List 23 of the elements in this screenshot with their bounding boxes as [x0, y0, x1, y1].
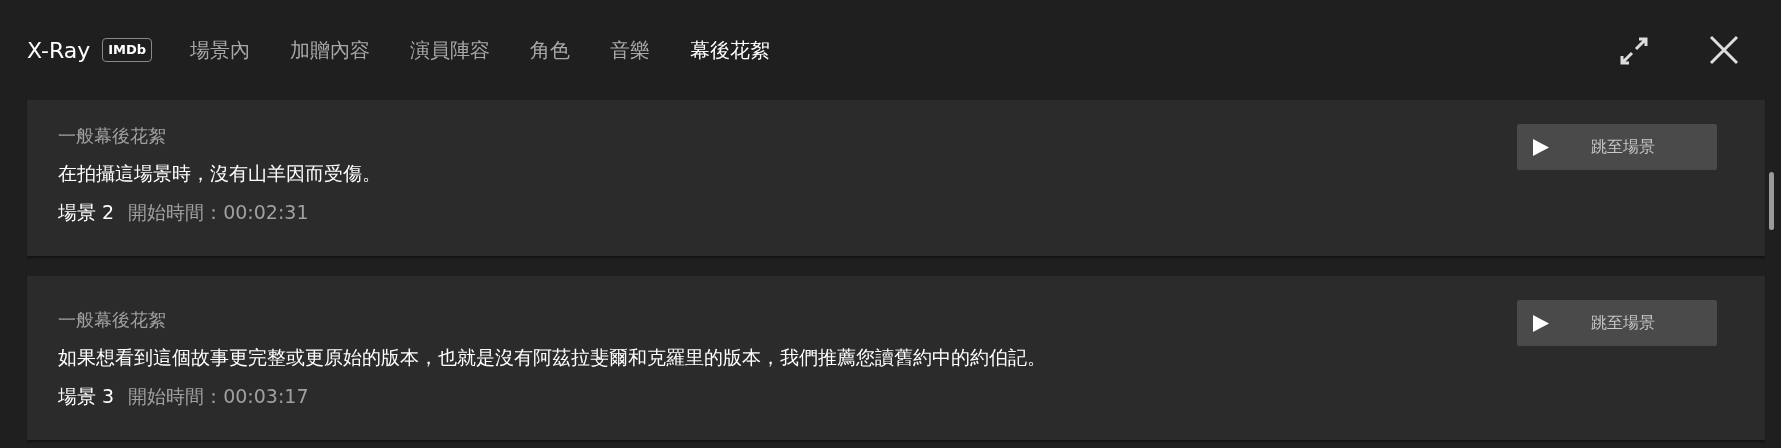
imdb-badge: IMDb — [102, 38, 153, 62]
scene-label: 場景 2 — [58, 199, 115, 225]
scrollbar[interactable] — [1769, 172, 1774, 230]
trivia-category: 一般幕後花絮 — [58, 308, 167, 332]
tab[interactable]: 角色 — [530, 35, 571, 65]
jump-to-scene-button[interactable]: 跳至場景 — [1517, 124, 1717, 170]
play-icon — [1533, 138, 1549, 156]
expand-icon[interactable] — [1619, 36, 1649, 66]
jump-to-scene-button[interactable]: 跳至場景 — [1517, 300, 1717, 346]
scene-label: 場景 3 — [58, 383, 115, 409]
trivia-category: 一般幕後花絮 — [58, 124, 167, 148]
close-icon[interactable] — [1709, 35, 1739, 65]
tab[interactable]: 加贈內容 — [290, 35, 371, 65]
trivia-text: 如果想看到這個故事更完整或更原始的版本，也就是沒有阿茲拉斐爾和克羅里的版本，我們推薦您讀舊約中的約伯記。 — [58, 345, 1046, 370]
app-title: X-Ray — [27, 36, 91, 65]
trivia-text: 在拍攝這場景時，沒有山羊因而受傷。 — [58, 161, 381, 186]
tab[interactable]: 場景內 — [190, 35, 251, 65]
start-time: 開始時間：00:02:31 — [128, 199, 309, 225]
tab[interactable]: 幕後花絮 — [690, 35, 771, 65]
tab[interactable]: 音樂 — [610, 35, 651, 65]
tab[interactable]: 演員陣容 — [410, 35, 491, 65]
start-time: 開始時間：00:03:17 — [128, 383, 309, 409]
play-icon — [1533, 314, 1549, 332]
